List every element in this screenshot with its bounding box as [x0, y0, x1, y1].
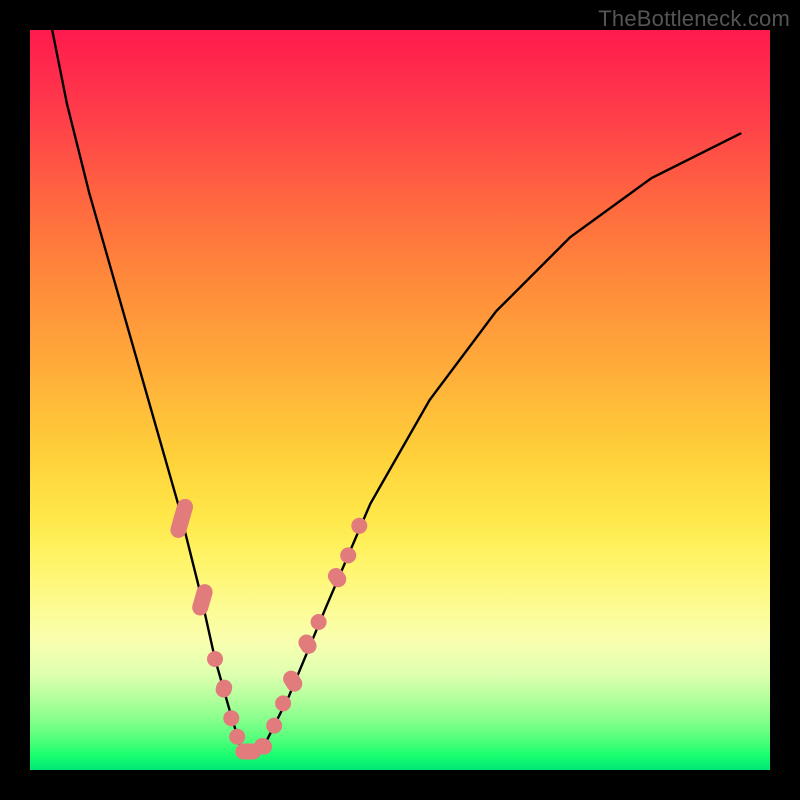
- marker-dot: [207, 651, 223, 667]
- marker-pill: [168, 497, 194, 540]
- marker-dot: [266, 718, 282, 734]
- marker-dot: [275, 695, 291, 711]
- marker-pill: [214, 678, 235, 700]
- markers-layer: [168, 497, 367, 760]
- watermark-text: TheBottleneck.com: [598, 6, 790, 32]
- marker-dot: [351, 518, 367, 534]
- marker-dot: [229, 729, 245, 745]
- marker-pill: [280, 668, 305, 695]
- chart-frame: TheBottleneck.com: [0, 0, 800, 800]
- marker-dot: [340, 547, 356, 563]
- chart-svg: [30, 30, 770, 770]
- bottleneck-curve: [52, 30, 740, 752]
- curve-layer: [52, 30, 740, 752]
- marker-dot: [311, 614, 327, 630]
- marker-dot: [223, 710, 239, 726]
- marker-pill: [325, 565, 350, 591]
- marker-pill: [190, 582, 214, 617]
- plot-area: [30, 30, 770, 770]
- marker-pill: [295, 631, 319, 656]
